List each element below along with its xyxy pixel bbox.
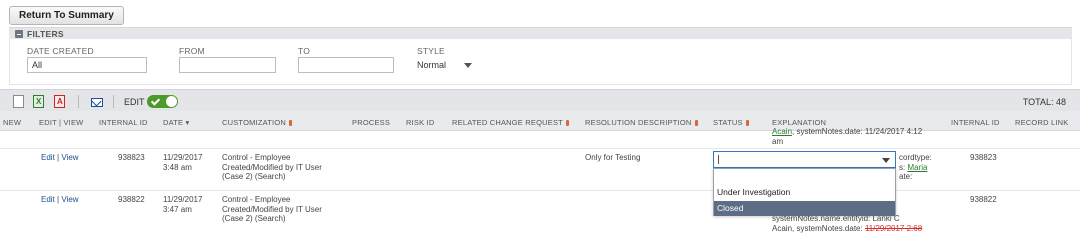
explanation-cell: ate: <box>899 172 913 181</box>
col-customization[interactable]: CUSTOMIZATION <box>222 118 292 127</box>
view-link[interactable]: View <box>61 195 78 204</box>
edit-view-cell: Edit | View <box>41 195 79 204</box>
sort-down-icon: ▾ <box>185 118 190 127</box>
date-cell: 11/29/2017 <box>163 195 203 204</box>
status-dropdown-list: Under Investigation Closed <box>713 168 896 216</box>
date-created-label: DATE CREATED <box>27 46 94 56</box>
internal-id-2-cell: 938822 <box>970 195 997 204</box>
col-process[interactable]: PROCESS <box>352 118 390 127</box>
internal-id-2-cell: 938823 <box>970 153 997 162</box>
explanation-cell: cordtype: <box>899 153 932 162</box>
text-caret <box>718 155 719 164</box>
chevron-down-icon[interactable] <box>882 158 890 163</box>
chevron-down-icon <box>464 63 472 68</box>
status-option-closed[interactable]: Closed <box>714 201 895 216</box>
col-risk-id[interactable]: RISK ID <box>406 118 435 127</box>
style-select[interactable]: Normal <box>417 57 475 73</box>
col-status[interactable]: STATUS <box>713 118 749 127</box>
toggle-knob <box>166 96 177 107</box>
excel-export-icon[interactable] <box>33 95 44 108</box>
style-select-value: Normal <box>417 60 447 70</box>
return-to-summary-button[interactable]: Return To Summary <box>9 6 124 25</box>
pin-icon <box>694 120 698 126</box>
explanation-cell: Acain, systemNotes.date: 11/29/2017 2:68 <box>772 223 923 233</box>
email-icon[interactable] <box>91 98 103 107</box>
print-icon[interactable] <box>13 95 24 108</box>
toolbar-divider <box>78 95 79 108</box>
customization-cell: (Case 2) (Search) <box>222 214 286 223</box>
internal-id-cell: 938823 <box>118 153 145 162</box>
row-divider <box>0 148 1080 149</box>
to-label: TO <box>298 46 311 56</box>
filters-header[interactable]: FILTERS <box>9 27 1072 39</box>
filters-title: FILTERS <box>27 29 64 39</box>
total-count: TOTAL: 48 <box>1022 97 1066 107</box>
resolution-cell[interactable]: Only for Testing <box>585 153 640 163</box>
col-internal-id[interactable]: INTERNAL ID <box>99 118 148 127</box>
pin-icon <box>565 120 569 126</box>
edit-mode-label: EDIT <box>124 97 145 107</box>
collapse-icon[interactable] <box>15 30 23 38</box>
customization-cell: Control - Employee <box>222 153 291 162</box>
pin-icon <box>289 120 292 126</box>
date-cell: 3:47 am <box>163 204 192 214</box>
check-icon <box>150 96 161 106</box>
edit-mode-toggle[interactable] <box>147 95 178 108</box>
customization-cell: Created/Modified by IT User <box>222 162 322 172</box>
list-toolbar: EDIT TOTAL: 48 <box>0 89 1080 111</box>
top-bar: Return To Summary <box>0 0 1080 30</box>
internal-id-cell: 938822 <box>118 195 145 204</box>
col-internal-id-2[interactable]: INTERNAL ID <box>951 118 1000 127</box>
pin-icon <box>745 120 749 126</box>
status-option-blank[interactable] <box>714 170 895 185</box>
col-record-link[interactable]: RECORD LINK <box>1015 118 1068 127</box>
pdf-export-icon[interactable] <box>54 95 65 108</box>
explanation-cell: am <box>772 137 784 146</box>
col-edit-view: EDIT | VIEW <box>39 118 84 127</box>
customization-cell: Created/Modified by IT User <box>222 204 322 214</box>
row-divider <box>0 190 1080 191</box>
date-cell: 11/29/2017 <box>163 153 203 162</box>
col-explanation[interactable]: EXPLANATION <box>772 118 826 127</box>
explanation-cell: s: Maria <box>899 162 928 172</box>
explanation-cell: Acain, systemNotes.date: 11/24/2017 4:12 <box>772 127 923 136</box>
status-select[interactable] <box>713 151 896 168</box>
edit-link[interactable]: Edit <box>41 153 55 162</box>
to-date-input[interactable] <box>298 57 394 73</box>
date-cell: 3:48 am <box>163 162 192 172</box>
status-option-under-investigation[interactable]: Under Investigation <box>714 185 895 200</box>
col-related-change-request[interactable]: RELATED CHANGE REQUEST <box>452 118 569 127</box>
customization-cell: Control - Employee <box>222 195 291 204</box>
from-label: FROM <box>179 46 205 56</box>
from-date-input[interactable] <box>179 57 276 73</box>
date-created-input[interactable]: All <box>27 57 147 73</box>
customization-cell: (Case 2) (Search) <box>222 172 286 181</box>
edit-link[interactable]: Edit <box>41 195 55 204</box>
col-resolution-description[interactable]: RESOLUTION DESCRIPTION <box>585 118 698 127</box>
filters-panel: DATE CREATED All FROM TO STYLE Normal <box>9 39 1072 85</box>
edit-view-cell: Edit | View <box>41 153 79 162</box>
toolbar-divider <box>113 95 114 108</box>
view-link[interactable]: View <box>61 153 78 162</box>
style-label: STYLE <box>417 46 445 56</box>
col-new[interactable]: NEW <box>3 118 21 127</box>
col-date[interactable]: DATE ▾ <box>163 118 190 127</box>
